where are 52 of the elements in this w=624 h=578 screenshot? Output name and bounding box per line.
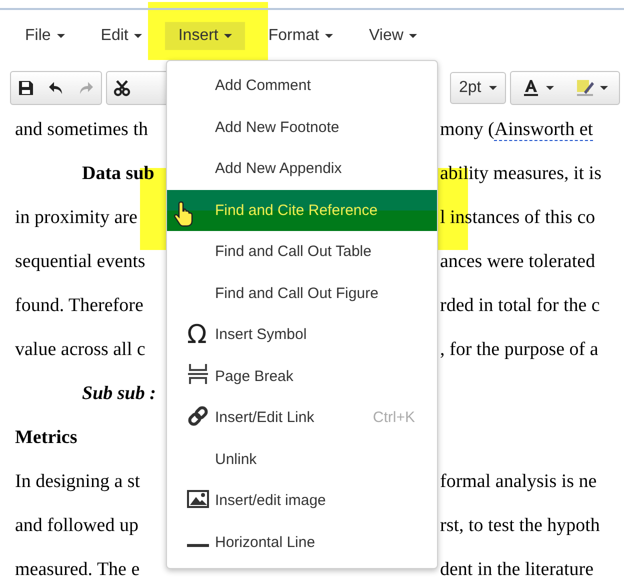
menu-item[interactable]: Ω Insert Symbol [167,314,437,356]
save-icon [17,79,35,97]
font-size-dropdown[interactable]: 2pt [450,72,506,104]
paragraph-text: mony (Ainsworth et [440,118,594,143]
shortcut-text: Ctrl+K [372,409,415,426]
paragraph-text: rst, to test the hypoth [440,514,600,538]
caret-icon [489,86,498,90]
caret-icon [325,34,334,38]
heading-text: Metrics [15,426,78,450]
paragraph-text: found. Therefore [15,294,144,318]
link-icon [187,404,209,427]
menu-item[interactable]: Horizontal Line [167,522,437,563]
citation-link[interactable]: Ainsworth et [494,119,594,141]
menu-item[interactable]: Find and Call Out Table [167,231,437,272]
paragraph-text: In designing a st [15,470,140,494]
image-icon [187,488,209,510]
menu-item[interactable]: Insert [165,22,246,50]
paragraph-text: ances were tolerated [440,250,596,274]
caret-icon [56,34,65,38]
paragraph-text: formal analysis is ne [440,470,597,494]
paragraph-text: rded in total for the c [440,294,600,318]
scissors-icon [113,79,131,97]
paragraph-text: and sometimes th [15,118,148,142]
caret-icon [546,86,554,90]
menu-item[interactable]: Add New Footnote [167,106,437,148]
menu-item[interactable]: Unlink [167,438,437,480]
menu-item[interactable]: Find and Cite Reference [167,190,437,231]
caret-icon [224,34,232,38]
paragraph-text: sequential events [15,250,146,274]
menu-item[interactable]: Insert/edit image [167,480,437,522]
caret-icon [600,86,608,90]
text-color-icon [522,78,540,98]
menu-item[interactable]: Add Comment [167,65,437,106]
paragraph-text: measured. The e [15,558,140,578]
highlighter-icon [576,78,594,98]
menu-item[interactable]: Page Break [167,356,437,397]
paragraph-text: value across all c [15,338,146,362]
paragraph-text: , for the purpose of a [440,338,598,362]
caret-icon [134,34,142,38]
omega-icon: Ω [187,320,207,350]
menu-item[interactable]: Find and Call Out Figure [167,272,437,314]
menu-item[interactable]: File [12,22,78,50]
paragraph-text: dent in the literature [440,558,594,578]
menu-item[interactable]: Add New Appendix [167,148,437,190]
paragraph-text: in proximity are [15,206,138,230]
horizontal-line-icon [187,544,209,547]
menu-item[interactable]: View [356,22,430,50]
menu-item[interactable]: Insert/Edit Link Ctrl+K [167,397,437,438]
page-break-icon [187,363,209,386]
heading-text: Sub sub : [82,382,156,406]
paragraph-text: and followed up [15,514,138,538]
caret-icon [409,34,418,38]
